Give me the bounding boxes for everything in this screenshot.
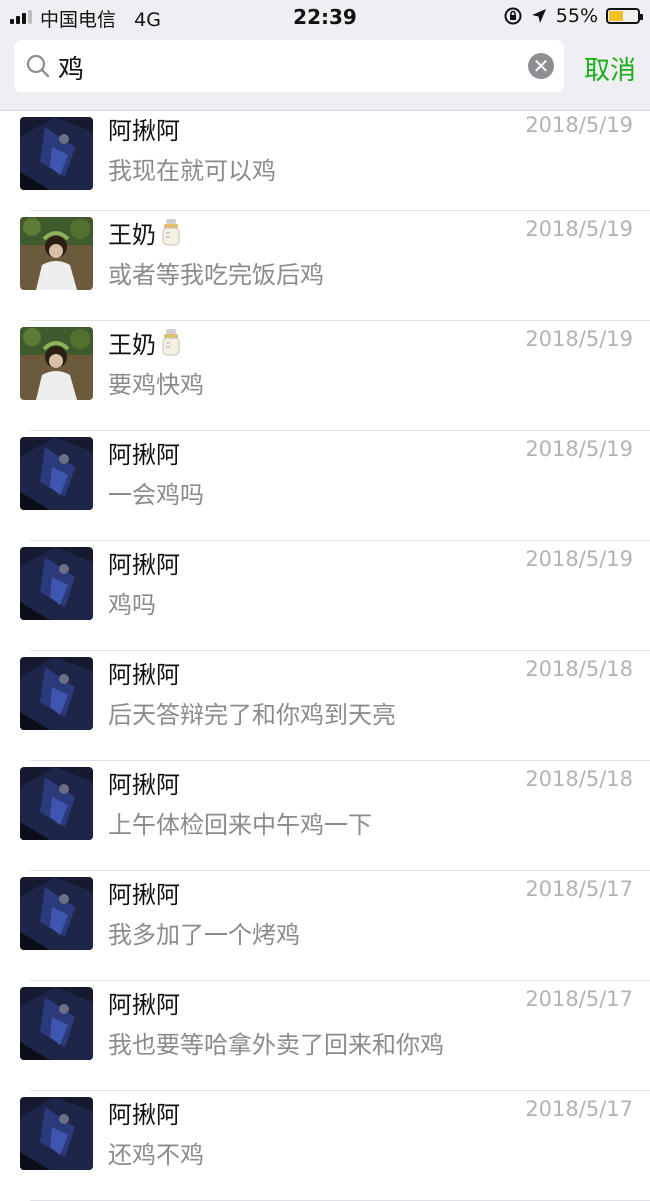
contact-name-text: 阿揪阿 (108, 441, 180, 469)
contact-name: 阿揪阿 (108, 1095, 180, 1130)
avatar[interactable] (20, 327, 93, 400)
result-row[interactable]: 阿揪阿 一会鸡吗 2018/5/19 (0, 431, 650, 541)
message-preview: 我现在就可以鸡 (108, 157, 276, 185)
message-date: 2018/5/18 (525, 657, 633, 681)
avatar[interactable] (20, 437, 93, 510)
message-preview: 还鸡不鸡 (108, 1141, 204, 1169)
result-row[interactable]: 阿揪阿 鸡吗 2018/5/19 (0, 541, 650, 651)
search-icon (26, 54, 50, 78)
message-preview: 我也要等哈拿外卖了回来和你鸡 (108, 1031, 444, 1059)
contact-name: 阿揪阿 (108, 875, 180, 910)
avatar[interactable] (20, 767, 93, 840)
message-preview: 一会鸡吗 (108, 481, 204, 509)
contact-name: 阿揪阿 (108, 655, 180, 690)
avatar[interactable] (20, 547, 93, 620)
message-preview: 上午体检回来中午鸡一下 (108, 811, 372, 839)
battery-icon (606, 8, 643, 24)
contact-name-text: 王奶 (108, 221, 156, 249)
avatar[interactable] (20, 217, 93, 290)
contact-name: 王奶 (108, 215, 184, 253)
result-row[interactable]: 阿揪阿 后天答辩完了和你鸡到天亮 2018/5/18 (0, 651, 650, 761)
message-date: 2018/5/19 (525, 547, 633, 571)
contact-name-text: 阿揪阿 (108, 881, 180, 909)
location-arrow-icon (531, 9, 546, 23)
avatar[interactable] (20, 1097, 93, 1170)
result-row[interactable]: 阿揪阿 上午体检回来中午鸡一下 2018/5/18 (0, 761, 650, 871)
message-date: 2018/5/17 (525, 1097, 633, 1121)
contact-name: 阿揪阿 (108, 435, 180, 470)
search-results-list: 阿揪阿 我现在就可以鸡 2018/5/19 王奶 或者等我吃完饭后鸡 2018/… (0, 111, 650, 1201)
message-preview: 要鸡快鸡 (108, 371, 204, 399)
battery-percent: 55% (555, 5, 598, 27)
avatar[interactable] (20, 877, 93, 950)
contact-name-text: 王奶 (108, 331, 156, 359)
contact-name-text: 阿揪阿 (108, 1101, 180, 1129)
contact-name-text: 阿揪阿 (108, 117, 180, 145)
cancel-button[interactable]: 取消 (584, 50, 636, 87)
result-row[interactable]: 阿揪阿 我多加了一个烤鸡 2018/5/17 (0, 871, 650, 981)
message-preview: 后天答辩完了和你鸡到天亮 (108, 701, 396, 729)
result-row[interactable]: 阿揪阿 我也要等哈拿外卖了回来和你鸡 2018/5/17 (0, 981, 650, 1091)
contact-name: 阿揪阿 (108, 765, 180, 800)
message-date: 2018/5/17 (525, 987, 633, 1011)
contact-name-text: 阿揪阿 (108, 771, 180, 799)
avatar[interactable] (20, 657, 93, 730)
search-header: 中国电信 4G 22:39 55% 鸡 ✕ 取消 (0, 0, 650, 111)
message-date: 2018/5/19 (525, 217, 633, 241)
message-preview: 我多加了一个烤鸡 (108, 921, 300, 949)
contact-name-text: 阿揪阿 (108, 551, 180, 579)
message-date: 2018/5/19 (525, 327, 633, 351)
clear-icon[interactable]: ✕ (528, 53, 554, 79)
message-preview: 或者等我吃完饭后鸡 (108, 261, 324, 289)
rotation-lock-icon (504, 7, 522, 25)
message-date: 2018/5/19 (525, 437, 633, 461)
search-input[interactable]: 鸡 (58, 49, 84, 86)
baby-bottle-icon (158, 217, 184, 253)
message-preview: 鸡吗 (108, 591, 156, 619)
result-row[interactable]: 王奶 或者等我吃完饭后鸡 2018/5/19 (0, 211, 650, 321)
avatar[interactable] (20, 987, 93, 1060)
search-field[interactable]: 鸡 ✕ (14, 40, 564, 92)
avatar[interactable] (20, 117, 93, 190)
status-bar: 中国电信 4G 22:39 55% (0, 0, 650, 34)
contact-name: 王奶 (108, 325, 184, 363)
message-date: 2018/5/18 (525, 767, 633, 791)
contact-name-text: 阿揪阿 (108, 661, 180, 689)
baby-bottle-icon (158, 327, 184, 363)
result-row[interactable]: 王奶 要鸡快鸡 2018/5/19 (0, 321, 650, 431)
contact-name: 阿揪阿 (108, 545, 180, 580)
contact-name-text: 阿揪阿 (108, 991, 180, 1019)
contact-name: 阿揪阿 (108, 111, 180, 146)
message-date: 2018/5/17 (525, 877, 633, 901)
result-row[interactable]: 阿揪阿 我现在就可以鸡 2018/5/19 (0, 111, 650, 211)
message-date: 2018/5/19 (525, 113, 633, 137)
contact-name: 阿揪阿 (108, 985, 180, 1020)
result-row[interactable]: 阿揪阿 还鸡不鸡 2018/5/17 (0, 1091, 650, 1201)
